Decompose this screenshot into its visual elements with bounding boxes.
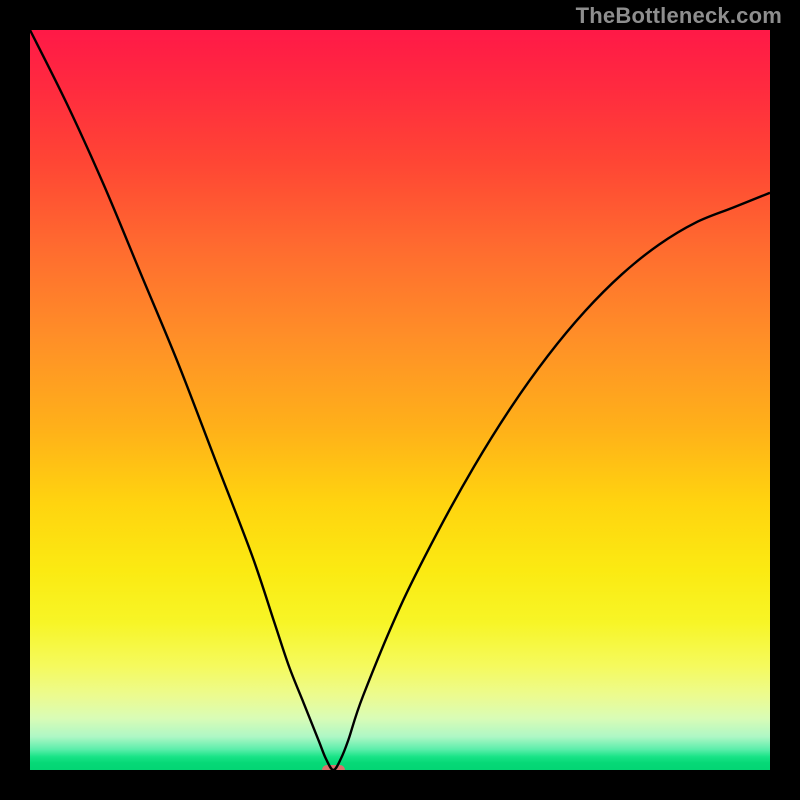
watermark-text: TheBottleneck.com	[576, 3, 782, 29]
plot-area	[30, 30, 770, 770]
chart-frame: TheBottleneck.com	[0, 0, 800, 800]
bottleneck-curve	[30, 30, 770, 770]
